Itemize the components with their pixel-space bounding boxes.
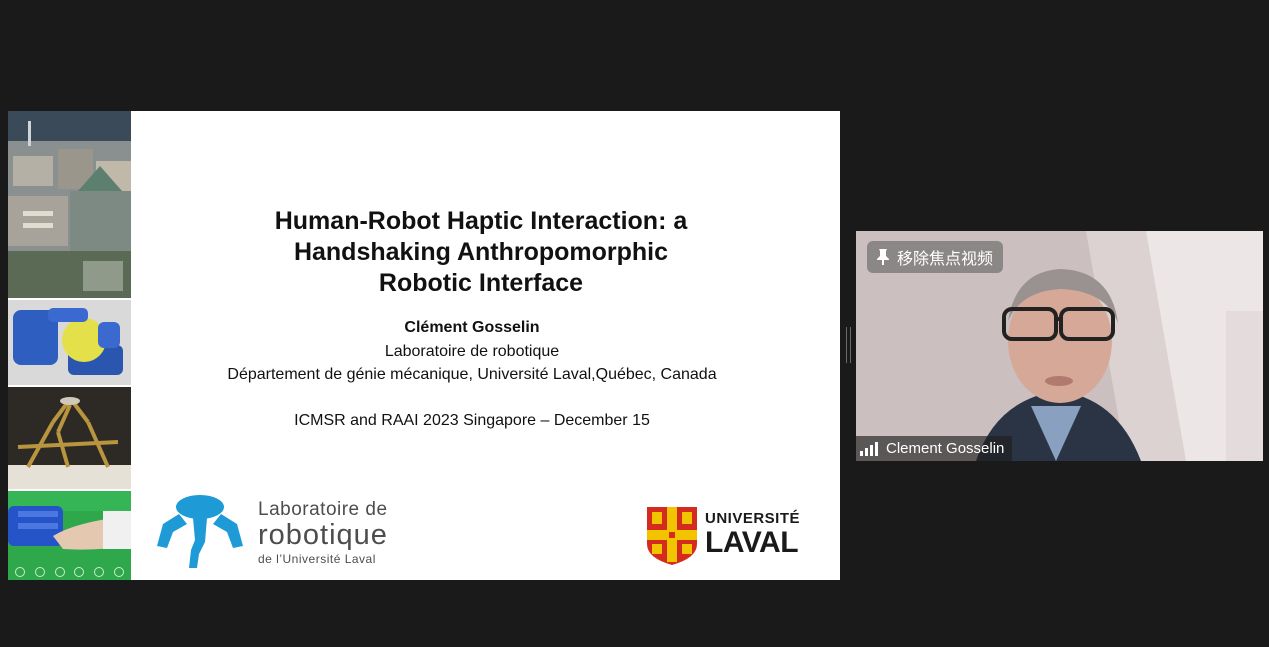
ulaval-shield-icon	[647, 507, 697, 565]
participant-name: Clement Gosselin	[886, 440, 1005, 457]
slide-title-line-2: Handshaking Anthropomorphic	[293, 238, 669, 266]
quebec-city-photo	[8, 111, 131, 298]
toolbar-zoom-icon[interactable]	[94, 567, 105, 577]
toolbar-dot-1[interactable]	[14, 567, 25, 577]
toolbar-dot-2[interactable]	[34, 567, 45, 577]
slide-author: Clément Gosselin	[404, 319, 540, 336]
robot-hand-ball-photo	[8, 300, 131, 385]
slide-department: Département de génie mécanique, Universi…	[227, 366, 717, 383]
slide-title: Human-Robot Haptic Interaction: a Handsh…	[131, 206, 831, 299]
unpin-video-button[interactable]: 移除焦点视频	[867, 241, 1004, 273]
ulaval-line-1: UNIVERSITÉ	[705, 510, 801, 527]
participant-name-tag: Clement Gosselin	[856, 436, 1013, 461]
speaker-video-tile[interactable]: 移除焦点视频 Clement Gosselin	[856, 231, 1263, 461]
lab-logo-mark	[157, 495, 243, 568]
slide-photo-strip	[8, 111, 131, 580]
slide-content: Human-Robot Haptic Interaction: a Handsh…	[131, 111, 840, 580]
toolbar-pen-icon[interactable]	[54, 567, 65, 577]
universite-laval-logo: UNIVERSITÉ LAVAL	[646, 506, 836, 568]
lab-logo-line-1: Laboratoire de	[258, 499, 388, 520]
toolbar-eraser-icon[interactable]	[74, 567, 85, 577]
lab-logo: Laboratoire de robotique de l’Université…	[153, 494, 423, 574]
shared-screen: Human-Robot Haptic Interaction: a Handsh…	[8, 111, 840, 580]
ulaval-line-2: LAVAL	[705, 526, 799, 559]
lab-logo-line-3: de l’Université Laval	[258, 552, 376, 566]
annotation-toolbar	[8, 564, 131, 580]
pin-icon	[877, 249, 889, 265]
unpin-video-label: 移除焦点视频	[897, 251, 994, 268]
slide-title-line-1: Human-Robot Haptic Interaction: a	[274, 207, 688, 235]
slide-lab: Laboratoire de robotique	[384, 343, 560, 360]
toolbar-more-icon[interactable]	[114, 567, 125, 577]
slide-title-line-3: Robotic Interface	[378, 269, 584, 297]
panel-resize-handle[interactable]	[846, 327, 851, 363]
slide-conference: ICMSR and RAAI 2023 Singapore – December…	[294, 412, 650, 429]
signal-icon	[860, 441, 878, 456]
parallel-robot-photo	[8, 387, 131, 489]
lab-logo-line-2: robotique	[258, 519, 388, 551]
